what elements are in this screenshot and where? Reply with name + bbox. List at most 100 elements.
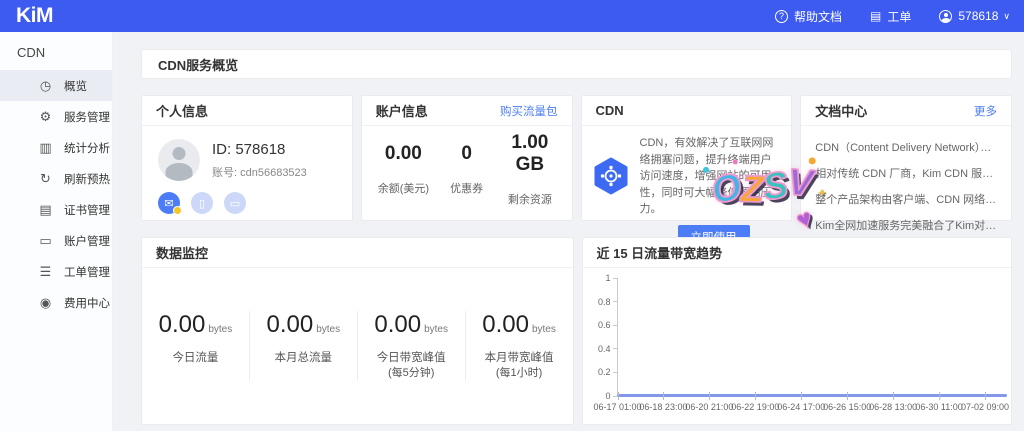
ticket-link[interactable]: ▤ 工单	[870, 8, 911, 25]
x-tick-label: 07-02 09:00	[961, 402, 1009, 412]
x-axis-tick: 06-24 17:00	[777, 396, 825, 412]
x-tick-mark	[801, 392, 802, 400]
monitor-stat: 0.00bytes 本月总流量	[249, 311, 357, 381]
doc-link[interactable]: Kim全网加速服务完美融合了Kim对象存储和 CDN ...	[815, 213, 997, 239]
account-stat-value: 1.00 GB	[498, 132, 561, 176]
x-axis-tick: 06-28 13:00	[869, 396, 917, 412]
y-tick-label: 0.6	[598, 320, 611, 330]
y-tick-label: 0.2	[598, 367, 611, 377]
x-tick-label: 06-28 13:00	[869, 402, 917, 412]
x-axis-tick: 06-20 21:00	[685, 396, 733, 412]
monitor-stat-label: 本月带宽峰值	[466, 351, 573, 366]
user-id-text: ID: 578618	[212, 141, 307, 158]
monitor-stat-label: 今日流量	[142, 351, 249, 366]
account-stat-label: 余额(美元)	[372, 180, 435, 196]
cdn-card: CDN	[581, 95, 793, 221]
sidebar-item[interactable]: ↻ 刷新预热	[0, 163, 112, 194]
monitor-stat-sublabel	[250, 366, 357, 381]
x-tick-mark	[847, 392, 848, 400]
main-content: CDN服务概览 个人信息 ID: 578618 账号: cdn56683523	[113, 32, 1024, 431]
cdn-description: CDN，有效解决了互联网网络拥塞问题，提升终端用户访问速度，增强网站的可用性，同…	[640, 135, 782, 218]
sidebar-item-label: 证书管理	[64, 202, 110, 218]
sidebar-title: CDN	[0, 32, 112, 70]
account-stat-label: 剩余资源	[498, 191, 561, 207]
sidebar-item-icon: ◷	[38, 78, 53, 94]
monitor-stat-value: 0.00	[482, 311, 529, 338]
buy-traffic-pack-link[interactable]: 购买流量包	[500, 103, 558, 119]
docs-card-title: 文档中心	[815, 101, 867, 120]
account-stat: 1.00 GB 剩余资源	[498, 132, 561, 207]
sidebar-item-icon: ▥	[38, 140, 53, 156]
monitor-stat-unit: bytes	[532, 324, 556, 335]
ticket-label: 工单	[887, 8, 911, 25]
x-tick-label: 06-18 23:00	[639, 402, 687, 412]
user-id: 578618	[958, 9, 998, 23]
monitor-stat-sublabel: (每1小时)	[466, 366, 573, 381]
y-axis-tick: 0.8	[598, 297, 617, 307]
avatar	[158, 139, 200, 181]
y-tick-label: 1	[605, 273, 610, 283]
x-tick-mark	[893, 392, 894, 400]
monitor-stat-value: 0.00	[159, 311, 206, 338]
more-docs-link[interactable]: 更多	[974, 103, 997, 119]
x-axis-tick: 06-26 15:00	[823, 396, 871, 412]
help-icon: ?	[775, 10, 788, 23]
x-tick-label: 06-20 21:00	[685, 402, 733, 412]
x-axis-tick: 06-22 19:00	[731, 396, 779, 412]
sidebar-item-label: 刷新预热	[64, 171, 110, 187]
sidebar-item-icon: ◉	[38, 295, 53, 311]
monitor-stat-label: 本月总流量	[250, 351, 357, 366]
monitor-stat-unit: bytes	[424, 324, 448, 335]
sidebar-item[interactable]: ▤ 证书管理	[0, 194, 112, 225]
x-tick-label: 06-24 17:00	[777, 402, 825, 412]
account-card-title: 账户信息	[376, 101, 428, 120]
sidebar-item[interactable]: ▭ 账户管理	[0, 225, 112, 256]
help-docs-label: 帮助文档	[794, 8, 842, 25]
x-axis-tick: 07-02 09:00	[961, 396, 1009, 412]
x-tick-label: 06-26 15:00	[823, 402, 871, 412]
phone-icon[interactable]: ▯	[191, 192, 213, 214]
sidebar-item[interactable]: ▥ 统计分析	[0, 132, 112, 163]
user-icon	[939, 10, 952, 23]
help-docs-link[interactable]: ? 帮助文档	[775, 8, 842, 25]
doc-link[interactable]: CDN（Content Delivery Network），也即内容分发...	[815, 135, 997, 161]
x-tick-label: 06-30 11:00	[915, 402, 962, 412]
doc-link[interactable]: 整个产品架构由客户端、CDN 网络、企业源站，...	[815, 187, 997, 213]
sidebar-item[interactable]: ◷ 概览	[0, 70, 112, 101]
sidebar-item-icon: ☰	[38, 264, 53, 280]
y-axis-tick: 0.4	[598, 344, 617, 354]
profile-card-title: 个人信息	[156, 101, 208, 120]
sidebar-item[interactable]: ⚙ 服务管理	[0, 101, 112, 132]
monitor-stat-sublabel	[142, 366, 249, 381]
profile-card: 个人信息 ID: 578618 账号: cdn56683523 ✉	[141, 95, 353, 221]
account-stat: 0 优惠券	[435, 143, 498, 196]
ticket-icon: ▤	[870, 10, 881, 22]
y-axis-tick: 1	[605, 273, 616, 283]
sidebar-item[interactable]: ☰ 工单管理	[0, 256, 112, 287]
cdn-card-title: CDN	[596, 103, 624, 118]
monitor-card-title: 数据监控	[156, 243, 208, 262]
page-header: CDN服务概览	[141, 49, 1012, 79]
x-tick-mark	[617, 392, 618, 400]
y-tick-label: 0.8	[598, 297, 611, 307]
monitor-stat: 0.00bytes 本月带宽峰值 (每1小时)	[465, 311, 573, 381]
monitor-stat-label: 今日带宽峰值	[358, 351, 465, 366]
sidebar-item[interactable]: ◉ 费用中心	[0, 287, 112, 318]
topbar-right: ? 帮助文档 ▤ 工单 578618 ∨	[775, 8, 1010, 25]
y-axis-tick: 0.6	[598, 320, 617, 330]
topbar: KiM ? 帮助文档 ▤ 工单 578618 ∨	[0, 0, 1024, 32]
user-menu[interactable]: 578618 ∨	[939, 9, 1010, 23]
email-verified-icon[interactable]: ✉	[158, 192, 180, 214]
monitor-stat-value: 0.00	[267, 311, 314, 338]
monitor-stat-unit: bytes	[208, 324, 232, 335]
idcard-icon[interactable]: ▭	[224, 192, 246, 214]
cdn-hexagon-icon	[592, 157, 630, 200]
doc-link[interactable]: 相对传统 CDN 厂商，Kim CDN 服务完全实现全自...	[815, 161, 997, 187]
monitor-stat: 0.00bytes 今日流量	[142, 311, 249, 381]
sidebar-menu: ◷ 概览 ⚙ 服务管理 ▥ 统计分析 ↻ 刷新预热 ▤ 证书管理 ▭ 账户管理	[0, 70, 112, 318]
app-logo[interactable]: KiM	[16, 4, 53, 28]
sidebar-item-label: 服务管理	[64, 109, 110, 125]
x-tick-mark	[709, 392, 710, 400]
account-number-text: 账号: cdn56683523	[212, 164, 307, 180]
x-tick-mark	[939, 392, 940, 400]
